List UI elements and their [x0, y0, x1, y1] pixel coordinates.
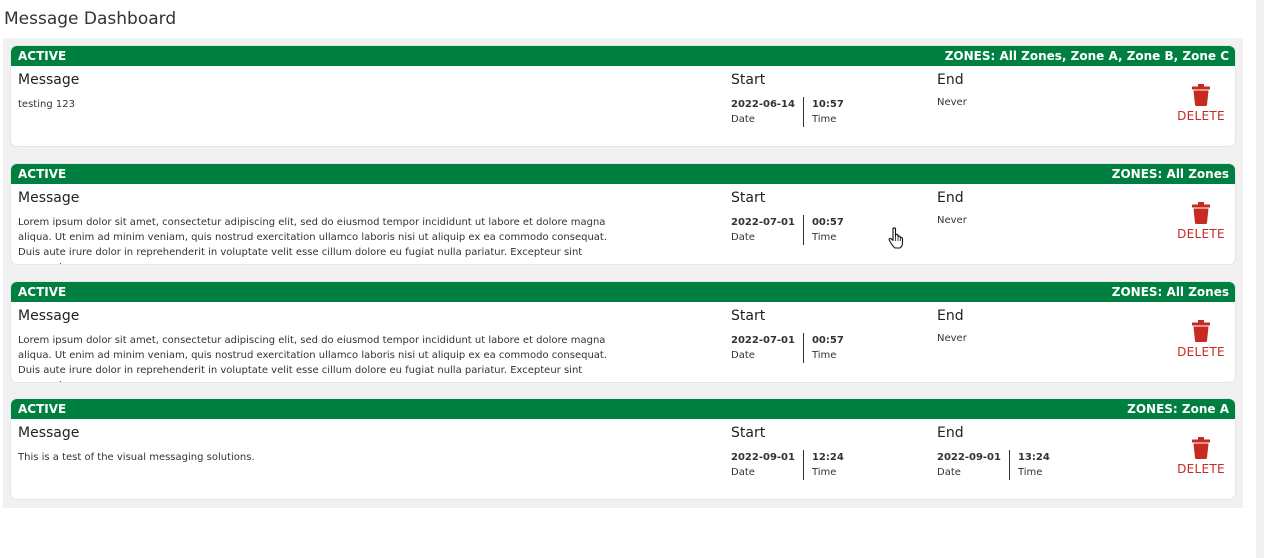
end-date-value: 2022-09-01 [937, 452, 1001, 463]
hand-pointer-icon [888, 227, 904, 249]
start-date-value: 2022-07-01 [731, 335, 795, 346]
message-card: ACTIVE ZONES: All Zones Message Lorem ip… [11, 164, 1235, 264]
zones-label: ZONES: Zone A [1127, 402, 1229, 416]
start-date-label: Date [731, 114, 755, 125]
messages-panel: ACTIVE ZONES: All Zones, Zone A, Zone B,… [3, 38, 1243, 508]
zones-label: ZONES: All Zones [1111, 167, 1229, 181]
start-heading: Start [731, 190, 766, 206]
end-heading: End [937, 425, 964, 441]
message-text: This is a test of the visual messaging s… [18, 452, 255, 463]
start-date-label: Date [731, 232, 755, 243]
message-text: testing 123 [18, 99, 75, 110]
start-heading: Start [731, 425, 766, 441]
end-value: Never [937, 97, 967, 108]
start-date-value: 2022-06-14 [731, 99, 795, 110]
start-time-value: 12:24 [811, 452, 844, 463]
delete-button[interactable]: DELETE [1171, 202, 1231, 241]
start-time-value: 00:57 [811, 335, 844, 346]
end-heading: End [937, 72, 964, 88]
message-card: ACTIVE ZONES: All Zones, Zone A, Zone B,… [11, 46, 1235, 146]
start-heading: Start [731, 72, 766, 88]
message-heading: Message [18, 425, 80, 441]
trash-icon [1192, 320, 1210, 342]
start-time-value: 10:57 [811, 99, 844, 110]
end-heading: End [937, 190, 964, 206]
start-datetime: 2022-06-14 Date 10:57 Time [731, 97, 844, 127]
start-date-label: Date [731, 467, 755, 478]
end-datetime: 2022-09-01 Date 13:24 Time [937, 450, 1050, 480]
message-text: Lorem ipsum dolor sit amet, consectetur … [18, 335, 608, 382]
start-date-label: Date [731, 350, 755, 361]
message-heading: Message [18, 308, 80, 324]
delete-label: DELETE [1177, 109, 1225, 123]
message-card: ACTIVE ZONES: All Zones Message Lorem ip… [11, 282, 1235, 382]
start-date-value: 2022-09-01 [731, 452, 795, 463]
trash-icon [1192, 202, 1210, 224]
delete-label: DELETE [1177, 227, 1225, 241]
trash-icon [1192, 437, 1210, 459]
trash-icon [1192, 84, 1210, 106]
delete-button[interactable]: DELETE [1171, 320, 1231, 359]
start-datetime: 2022-09-01 Date 12:24 Time [731, 450, 844, 480]
page-title: Message Dashboard [4, 9, 177, 29]
end-date-label: Date [937, 467, 961, 478]
card-header: ACTIVE ZONES: Zone A [11, 399, 1235, 419]
end-time-label: Time [1017, 467, 1043, 478]
start-datetime: 2022-07-01 Date 00:57 Time [731, 333, 844, 363]
delete-label: DELETE [1177, 345, 1225, 359]
card-header: ACTIVE ZONES: All Zones [11, 282, 1235, 302]
start-datetime: 2022-07-01 Date 00:57 Time [731, 215, 844, 245]
status-badge: ACTIVE [18, 285, 67, 299]
delete-button[interactable]: DELETE [1171, 437, 1231, 476]
delete-button[interactable]: DELETE [1171, 84, 1231, 123]
delete-label: DELETE [1177, 462, 1225, 476]
start-time-label: Time [811, 114, 837, 125]
message-text: Lorem ipsum dolor sit amet, consectetur … [18, 217, 608, 264]
start-time-label: Time [811, 467, 837, 478]
scrollbar-track[interactable] [1256, 0, 1264, 558]
card-header: ACTIVE ZONES: All Zones, Zone A, Zone B,… [11, 46, 1235, 66]
start-date-value: 2022-07-01 [731, 217, 795, 228]
zones-label: ZONES: All Zones, Zone A, Zone B, Zone C [944, 49, 1229, 63]
end-heading: End [937, 308, 964, 324]
card-header: ACTIVE ZONES: All Zones [11, 164, 1235, 184]
start-time-label: Time [811, 350, 837, 361]
status-badge: ACTIVE [18, 49, 67, 63]
zones-label: ZONES: All Zones [1111, 285, 1229, 299]
status-badge: ACTIVE [18, 167, 67, 181]
start-heading: Start [731, 308, 766, 324]
message-card: ACTIVE ZONES: Zone A Message This is a t… [11, 399, 1235, 499]
start-time-label: Time [811, 232, 837, 243]
end-value: Never [937, 215, 967, 226]
end-time-value: 13:24 [1017, 452, 1050, 463]
message-heading: Message [18, 190, 80, 206]
status-badge: ACTIVE [18, 402, 67, 416]
start-time-value: 00:57 [811, 217, 844, 228]
end-value: Never [937, 333, 967, 344]
message-heading: Message [18, 72, 80, 88]
